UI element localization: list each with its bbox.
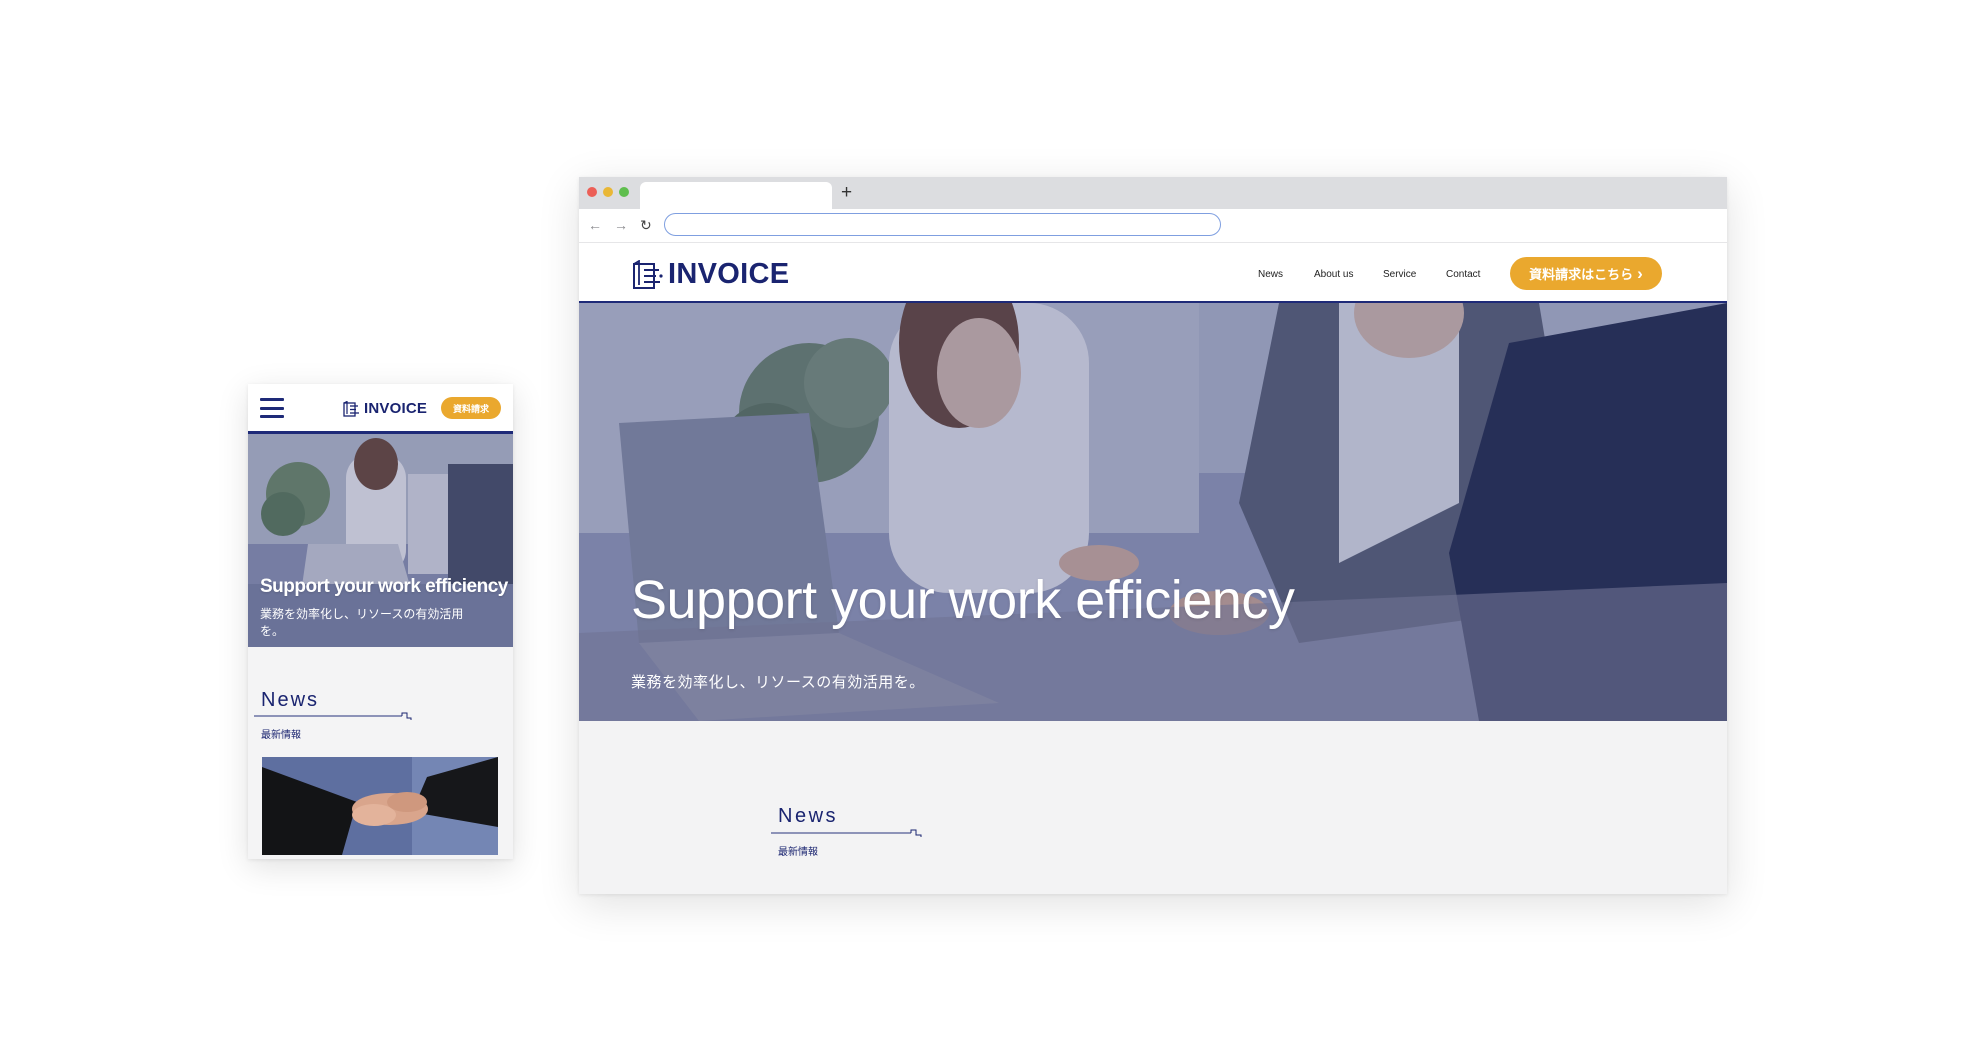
browser-tab-bar: + bbox=[579, 177, 1727, 209]
mobile-mockup: INVOICE 資料請求 Support your work efficienc… bbox=[248, 384, 513, 859]
hero-office-photo bbox=[579, 303, 1727, 721]
logo-text: INVOICE bbox=[668, 258, 790, 290]
close-window-dot[interactable] bbox=[587, 187, 597, 197]
site-logo[interactable]: INVOICE bbox=[632, 258, 789, 291]
nav-item-service[interactable]: Service bbox=[1383, 269, 1416, 280]
browser-tab[interactable] bbox=[640, 182, 832, 209]
mobile-site-header: INVOICE 資料請求 bbox=[248, 384, 513, 434]
browser-toolbar: ← → ↻ bbox=[579, 209, 1727, 243]
reload-icon[interactable]: ↻ bbox=[640, 217, 652, 233]
document-list-icon bbox=[633, 259, 663, 289]
mobile-hero: Support your work efficiency 業務を効率化し、リソー… bbox=[248, 434, 513, 647]
address-bar[interactable] bbox=[664, 213, 1221, 236]
mobile-news-heading: News bbox=[261, 689, 320, 711]
chevron-right-icon: › bbox=[1637, 263, 1643, 283]
hero-title: Support your work efficiency bbox=[631, 570, 1295, 630]
browser-mockup: + ← → ↻ INVOICE News About us Service Co… bbox=[579, 177, 1727, 894]
nav-item-about-us[interactable]: About us bbox=[1314, 269, 1353, 280]
request-materials-button[interactable]: 資料請求はこちら › bbox=[1510, 257, 1662, 290]
mobile-news-subheading: 最新情報 bbox=[261, 730, 301, 741]
maximize-window-dot[interactable] bbox=[619, 187, 629, 197]
mobile-hero-subtitle: 業務を効率化し、リソースの有効活用を。 bbox=[260, 607, 464, 638]
news-heading: News bbox=[778, 805, 839, 827]
request-materials-button[interactable]: 資料請求 bbox=[441, 397, 501, 419]
news-underline-decoration bbox=[771, 829, 922, 837]
news-subheading: 最新情報 bbox=[778, 847, 818, 858]
document-list-icon bbox=[343, 400, 359, 417]
forward-arrow-icon[interactable]: → bbox=[614, 217, 628, 233]
nav-item-news[interactable]: News bbox=[1258, 269, 1283, 280]
minimize-window-dot[interactable] bbox=[603, 187, 613, 197]
mobile-logo[interactable]: INVOICE bbox=[343, 400, 427, 417]
news-underline-decoration bbox=[254, 712, 412, 720]
logo-text: INVOICE bbox=[364, 400, 428, 417]
cta-label: 資料請求はこちら bbox=[1529, 267, 1634, 282]
handshake-photo bbox=[262, 757, 498, 855]
hero-section: Support your work efficiency 業務を効率化し、リソー… bbox=[579, 303, 1727, 721]
new-tab-button[interactable]: + bbox=[841, 182, 852, 204]
site-header: INVOICE News About us Service Contact 資料… bbox=[579, 243, 1727, 303]
nav-item-contact[interactable]: Contact bbox=[1446, 269, 1480, 280]
mobile-hero-title: Support your work efficiency bbox=[260, 576, 508, 597]
news-thumbnail[interactable] bbox=[262, 757, 498, 855]
hamburger-menu-icon[interactable] bbox=[260, 398, 284, 418]
back-arrow-icon[interactable]: ← bbox=[588, 217, 602, 233]
hero-subtitle: 業務を効率化し、リソースの有効活用を。 bbox=[631, 674, 925, 691]
